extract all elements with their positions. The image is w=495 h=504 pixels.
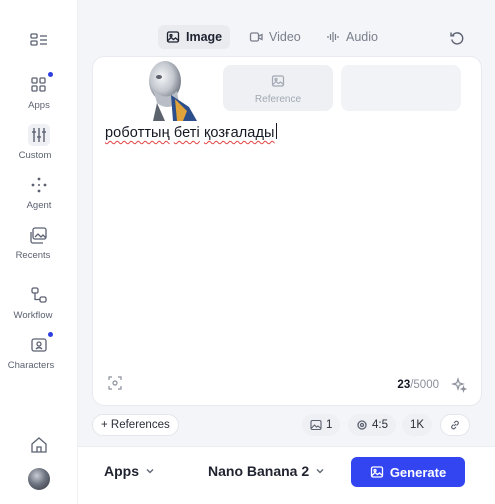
- sidebar-item-label: Apps: [28, 100, 50, 111]
- sidebar-item-label: Characters: [7, 360, 55, 371]
- char-limit: /5000: [410, 379, 439, 391]
- image-placeholder-icon: [271, 75, 285, 87]
- image-icon: [370, 466, 383, 478]
- audio-wave-icon: [327, 32, 339, 42]
- prompt-word: қозғалады: [203, 125, 275, 141]
- image-icon: [166, 31, 180, 43]
- notification-dot: [48, 72, 53, 77]
- workflow-icon: [28, 284, 50, 306]
- prompt-word: роботтың: [105, 125, 170, 141]
- chevron-down-icon: [316, 469, 324, 474]
- resolution-selector[interactable]: 1K: [402, 414, 433, 436]
- main-panel: Image Video Audio Reference роботтың бет…: [78, 0, 495, 504]
- tab-video[interactable]: Video: [241, 25, 309, 49]
- resolution-value: 1K: [410, 419, 425, 431]
- aspect-ratio-selector[interactable]: 4:5: [348, 414, 396, 436]
- tab-label: Video: [269, 30, 301, 44]
- image-stack-icon: [28, 224, 50, 246]
- apps-icon: [28, 72, 53, 96]
- aspect-ratio-value: 4:5: [372, 419, 388, 431]
- tab-image[interactable]: Image: [158, 25, 231, 49]
- sidebar-item-label: Recents: [15, 250, 51, 261]
- tab-audio[interactable]: Audio: [318, 25, 386, 49]
- aspect-ratio-icon: [357, 420, 367, 430]
- add-references-button[interactable]: + References: [92, 414, 179, 436]
- generation-options: + References 1 4:5 1K: [92, 414, 482, 436]
- prompt-textarea[interactable]: роботтың беті қозғалады: [105, 123, 277, 141]
- prompt-composer: Reference роботтың беті қозғалады 23/500…: [92, 56, 482, 406]
- text-caret: [275, 123, 277, 139]
- add-reference-slot[interactable]: Reference: [223, 65, 333, 111]
- model-dropdown[interactable]: Nano Banana 2: [208, 463, 325, 479]
- prompt-word: беті: [173, 125, 200, 141]
- sidebar-item-label: Workflow: [13, 310, 53, 321]
- image-count-selector[interactable]: 1: [302, 414, 341, 436]
- sidebar-item-agent[interactable]: Agent: [0, 174, 78, 211]
- generate-button[interactable]: Generate: [351, 457, 465, 487]
- reference-image-thumbnail[interactable]: [127, 59, 207, 121]
- sidebar-item-menu[interactable]: [0, 30, 78, 52]
- sparkle-agent-icon: [28, 174, 50, 196]
- notification-dot: [48, 332, 53, 337]
- link-button[interactable]: [440, 414, 470, 436]
- sidebar-item-apps[interactable]: Apps: [0, 72, 78, 111]
- model-dropdown-label: Nano Banana 2: [208, 463, 310, 479]
- grid-menu-icon: [28, 30, 50, 52]
- apps-dropdown[interactable]: Apps: [104, 463, 155, 479]
- reference-label: Reference: [254, 94, 302, 105]
- sidebar-item-characters[interactable]: Characters: [0, 332, 78, 371]
- references-label: + References: [101, 419, 170, 431]
- chevron-down-icon: [146, 469, 154, 474]
- sidebar-item-label: Agent: [26, 200, 52, 211]
- sidebar: Apps Custom Agent Recents Workflow Chara…: [0, 0, 78, 504]
- generate-label: Generate: [389, 464, 447, 480]
- tab-label: Audio: [346, 30, 378, 44]
- sliders-icon: [28, 124, 50, 146]
- sidebar-item-home[interactable]: [0, 434, 78, 456]
- image-count-icon: [310, 419, 322, 431]
- char-count: 23: [397, 379, 411, 391]
- sidebar-item-custom[interactable]: Custom: [0, 124, 78, 161]
- user-avatar: [28, 468, 50, 490]
- sidebar-item-workflow[interactable]: Workflow: [0, 284, 78, 321]
- avatar[interactable]: [0, 468, 78, 490]
- enhance-prompt-icon[interactable]: [451, 377, 467, 393]
- character-icon: [28, 332, 53, 356]
- video-icon: [249, 32, 263, 42]
- sidebar-item-recents[interactable]: Recents: [0, 224, 78, 261]
- tab-label: Image: [186, 30, 223, 44]
- empty-reference-slot[interactable]: [341, 65, 461, 111]
- focus-scan-icon[interactable]: [107, 375, 123, 391]
- apps-dropdown-label: Apps: [104, 463, 139, 479]
- character-counter: 23/5000: [397, 379, 439, 391]
- image-count-value: 1: [326, 419, 333, 431]
- home-icon: [28, 434, 50, 456]
- generate-bar: Apps Nano Banana 2 Generate: [78, 446, 495, 504]
- refresh-icon[interactable]: [449, 30, 465, 46]
- link-icon: [451, 420, 459, 430]
- media-type-tabs: Image Video Audio: [78, 22, 495, 52]
- sidebar-item-label: Custom: [18, 150, 52, 161]
